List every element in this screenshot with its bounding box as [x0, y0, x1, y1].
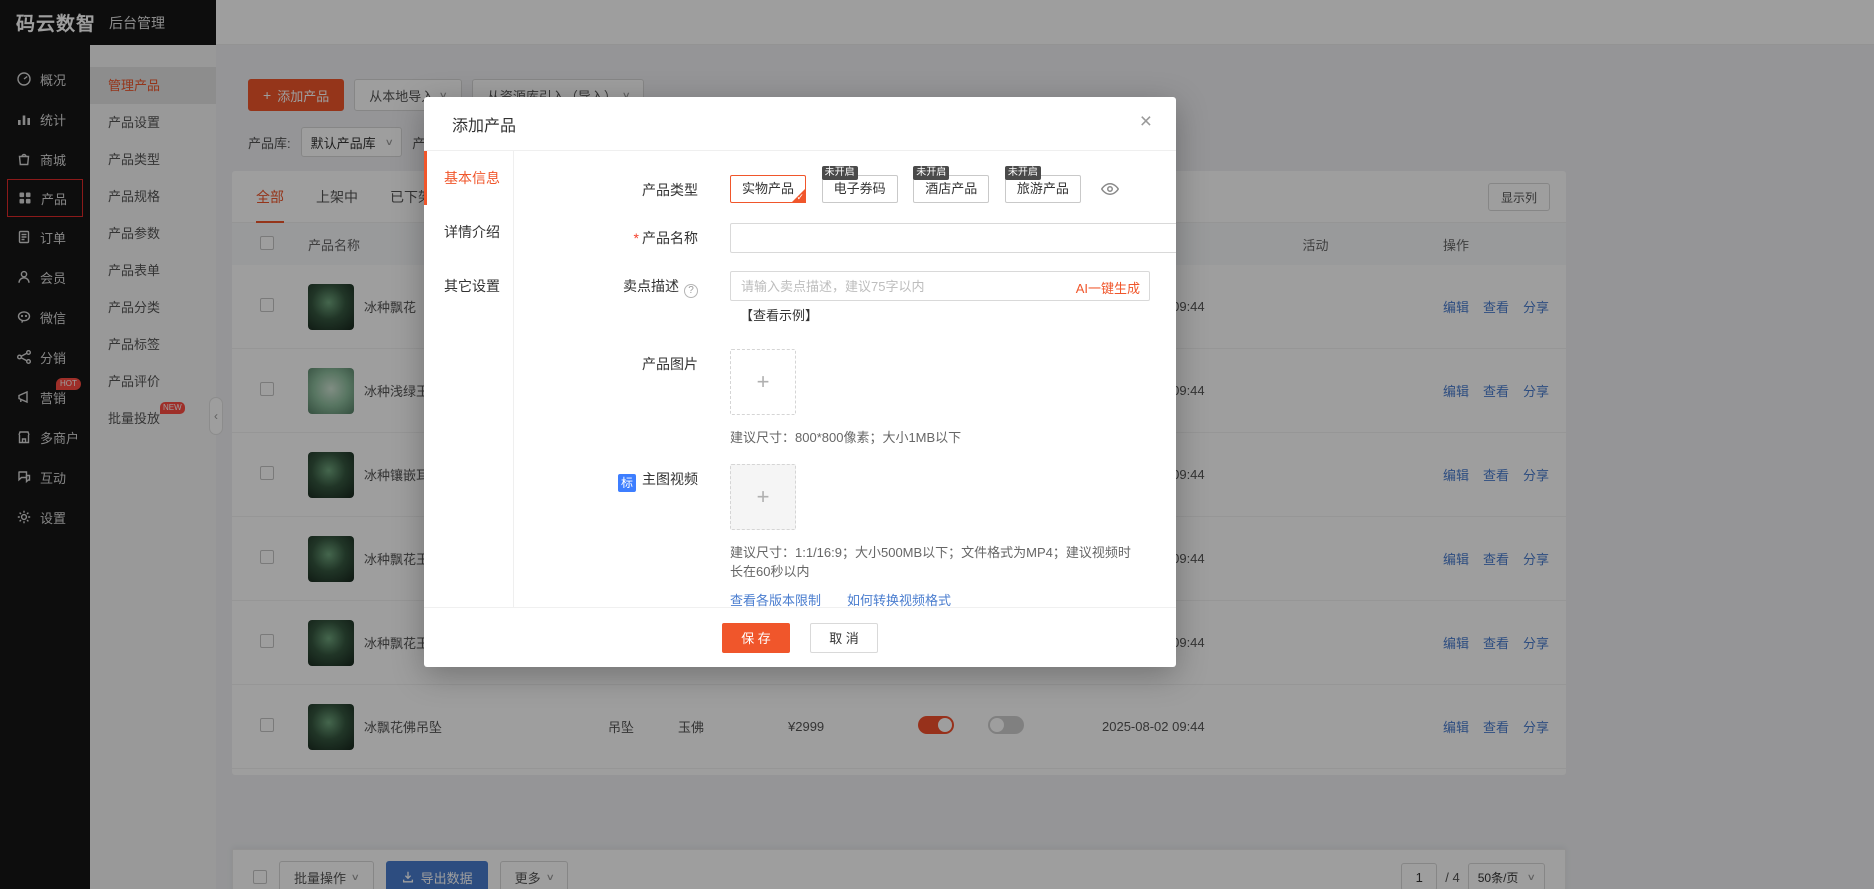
type-travel-product[interactable]: 未开启 旅游产品 — [1005, 175, 1081, 203]
modal-title: 添加产品 — [452, 112, 516, 136]
app-window: 码云数智 后台管理 概况 统计 商城 产品 订单 会员 — [0, 0, 1874, 889]
type-hotel-product[interactable]: 未开启 酒店产品 — [913, 175, 989, 203]
type-physical-product[interactable]: 实物产品 ✓ — [730, 175, 806, 203]
save-button[interactable]: 保 存 — [722, 623, 790, 653]
eye-icon[interactable] — [1101, 180, 1119, 198]
selling-point-label: 卖点描述? — [514, 271, 730, 301]
plus-icon: + — [757, 484, 770, 510]
product-type-label: 产品类型 — [514, 175, 730, 205]
type-e-voucher[interactable]: 未开启 电子券码 — [822, 175, 898, 203]
product-name-input[interactable] — [730, 223, 1176, 253]
product-name-row: *产品名称 — [514, 223, 1136, 253]
modal-form: 产品类型 实物产品 ✓ 未开启 电子券码 未开启 — [514, 151, 1176, 607]
mark-badge: 标 — [618, 474, 636, 492]
product-image-label: 产品图片 — [514, 349, 730, 379]
video-upload-box[interactable]: + — [730, 464, 796, 530]
not-enabled-badge: 未开启 — [913, 166, 949, 180]
image-upload-box[interactable]: + — [730, 349, 796, 415]
product-type-row: 产品类型 实物产品 ✓ 未开启 电子券码 未开启 — [514, 175, 1136, 205]
not-enabled-badge: 未开启 — [822, 166, 858, 180]
view-example-link[interactable]: 【查看示例】 — [740, 301, 818, 331]
not-enabled-badge: 未开启 — [1005, 166, 1041, 180]
selling-point-row: 卖点描述? AI一键生成 【查看示例】 — [514, 271, 1136, 331]
convert-format-link[interactable]: 如何转换视频格式 — [847, 590, 951, 607]
modal-body: 基本信息 详情介绍 其它设置 产品类型 实物产品 ✓ 未开启 — [424, 151, 1176, 607]
check-icon: ✓ — [796, 193, 804, 202]
help-icon[interactable]: ? — [684, 284, 698, 298]
modal-tab-rail: 基本信息 详情介绍 其它设置 — [424, 151, 514, 607]
modal-tab-details[interactable]: 详情介绍 — [424, 205, 513, 259]
main-video-label: 标主图视频 — [514, 464, 730, 494]
video-size-hint: 建议尺寸：1:1/16:9；大小500MB以下；文件格式为MP4；建议视频时长在… — [730, 542, 1136, 580]
type-label: 旅游产品 — [1017, 181, 1069, 196]
image-size-hint: 建议尺寸：800*800像素；大小1MB以下 — [730, 427, 1136, 446]
cancel-button[interactable]: 取 消 — [810, 623, 878, 653]
product-name-label: *产品名称 — [514, 223, 730, 253]
type-label: 实物产品 — [742, 181, 794, 196]
required-asterisk: * — [634, 230, 639, 246]
version-limit-link[interactable]: 查看各版本限制 — [730, 590, 821, 607]
close-icon[interactable]: × — [1140, 111, 1152, 132]
add-product-modal: 添加产品 × 基本信息 详情介绍 其它设置 产品类型 实物产品 ✓ — [424, 97, 1176, 667]
type-label: 电子券码 — [834, 181, 886, 196]
ai-generate-link[interactable]: AI一键生成 — [1076, 278, 1140, 297]
type-label: 酒店产品 — [925, 181, 977, 196]
modal-header: 添加产品 × — [424, 97, 1176, 151]
plus-icon: + — [757, 369, 770, 395]
modal-footer: 保 存 取 消 — [424, 607, 1176, 667]
main-video-row: 标主图视频 + 建议尺寸：1:1/16:9；大小500MB以下；文件格式为MP4… — [514, 464, 1136, 607]
modal-tab-basic-info[interactable]: 基本信息 — [424, 151, 513, 205]
product-image-row: 产品图片 + 建议尺寸：800*800像素；大小1MB以下 — [514, 349, 1136, 446]
modal-tab-other-settings[interactable]: 其它设置 — [424, 259, 513, 313]
